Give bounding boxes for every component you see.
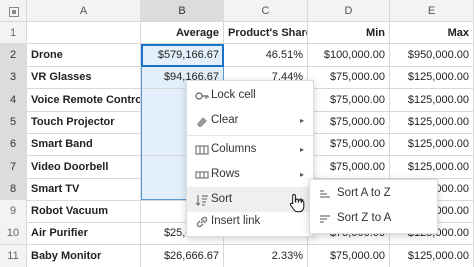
menu-item-label: Lock cell (211, 89, 256, 101)
rows-icon (195, 171, 209, 179)
cell-b11[interactable]: $26,666.67 (141, 244, 224, 267)
column-header-e[interactable]: E (390, 0, 474, 22)
cell-e11[interactable]: $125,000.00 (390, 244, 474, 267)
cell-b2[interactable]: $579,166.67 (141, 44, 224, 67)
cell-a9[interactable]: Robot Vacuum (27, 200, 141, 224)
cell-e3[interactable]: $125,000.00 (390, 66, 474, 90)
sort-icon (195, 195, 208, 206)
cell-e2[interactable]: $950,000.00 (390, 44, 474, 67)
columns-icon (195, 145, 209, 155)
eraser-icon (197, 117, 207, 127)
row-header-6[interactable]: 6 (0, 133, 27, 157)
column-header-c[interactable]: C (224, 0, 308, 22)
select-all-corner[interactable] (0, 0, 27, 22)
menu-item-label: Rows (211, 168, 240, 180)
link-icon (196, 216, 208, 228)
row-header-2[interactable]: 2 (0, 44, 27, 67)
cell-e5[interactable]: $125,000.00 (390, 110, 474, 134)
row-header-10[interactable]: 10 (0, 222, 27, 246)
hand-cursor-icon (289, 193, 305, 213)
submenu-arrow-icon: ▸ (299, 116, 304, 125)
cell-e6[interactable]: $125,000.00 (390, 133, 474, 157)
row-header-5[interactable]: 5 (0, 110, 27, 134)
menu-item-label: Sort A to Z (337, 187, 391, 199)
row-header-8[interactable]: 8 (0, 177, 27, 201)
key-icon (195, 92, 209, 100)
cell-e1[interactable]: Max (390, 22, 474, 44)
cell-a1[interactable] (27, 22, 141, 44)
menu-item-columns[interactable]: Columns ▸ (187, 137, 313, 162)
column-header-d[interactable]: D (308, 0, 390, 22)
cell-a2[interactable]: Drone (27, 44, 141, 67)
context-menu: Lock cell Clear ▸ Columns ▸ Rows ▸ Sort … (186, 80, 314, 237)
cell-d5[interactable]: $75,000.00 (308, 110, 390, 134)
cell-a10[interactable]: Air Purifier (27, 222, 141, 246)
cell-d7[interactable]: $75,000.00 (308, 155, 390, 179)
menu-item-rows[interactable]: Rows ▸ (187, 162, 313, 187)
cell-a7[interactable]: Video Doorbell (27, 155, 141, 179)
cell-a5[interactable]: Touch Projector (27, 110, 141, 134)
cell-d6[interactable]: $75,000.00 (308, 133, 390, 157)
menu-item-sort-a-to-z[interactable]: Sort A to Z (310, 181, 437, 206)
row-header-3[interactable]: 3 (0, 66, 27, 90)
submenu-arrow-icon: ▸ (299, 170, 304, 179)
sort-submenu: Sort A to Z Sort Z to A (309, 179, 438, 234)
cell-d1[interactable]: Min (308, 22, 390, 44)
select-all-icon (9, 7, 19, 17)
menu-item-label: Insert link (211, 215, 261, 227)
row-header-11[interactable]: 11 (0, 244, 27, 267)
cell-b1[interactable]: Average (141, 22, 224, 44)
cell-d3[interactable]: $75,000.00 (308, 66, 390, 90)
row-header-9[interactable]: 9 (0, 200, 27, 224)
cell-c1[interactable]: Product's Share (224, 22, 308, 44)
menu-item-label: Sort Z to A (337, 212, 392, 224)
cell-a4[interactable]: Voice Remote Control (27, 88, 141, 112)
menu-item-sort-z-to-a[interactable]: Sort Z to A (310, 206, 437, 231)
cell-a11[interactable]: Baby Monitor (27, 244, 141, 267)
row-header-7[interactable]: 7 (0, 155, 27, 179)
cell-a3[interactable]: VR Glasses (27, 66, 141, 90)
row-header-1[interactable]: 1 (0, 22, 27, 44)
menu-item-label: Clear (211, 114, 239, 126)
menu-item-clear[interactable]: Clear ▸ (187, 108, 313, 133)
cell-a6[interactable]: Smart Band (27, 133, 141, 157)
row-header-4[interactable]: 4 (0, 88, 27, 112)
cell-e7[interactable]: $125,000.00 (390, 155, 474, 179)
menu-item-label: Columns (211, 143, 257, 155)
cell-d11[interactable]: $75,000.00 (308, 244, 390, 267)
cell-c2[interactable]: 46.51% (224, 44, 308, 67)
sort-asc-icon (320, 190, 330, 198)
sort-desc-icon (320, 215, 330, 223)
cell-d4[interactable]: $75,000.00 (308, 88, 390, 112)
column-header-b[interactable]: B (141, 0, 224, 22)
menu-item-lock-cell[interactable]: Lock cell (187, 83, 313, 108)
cell-c11[interactable]: 2.33% (224, 244, 308, 267)
cell-d2[interactable]: $100,000.00 (308, 44, 390, 67)
column-header-a[interactable]: A (27, 0, 141, 22)
cell-e4[interactable]: $125,000.00 (390, 88, 474, 112)
menu-divider (187, 135, 313, 136)
cell-a8[interactable]: Smart TV (27, 177, 141, 201)
submenu-arrow-icon: ▸ (299, 145, 304, 154)
